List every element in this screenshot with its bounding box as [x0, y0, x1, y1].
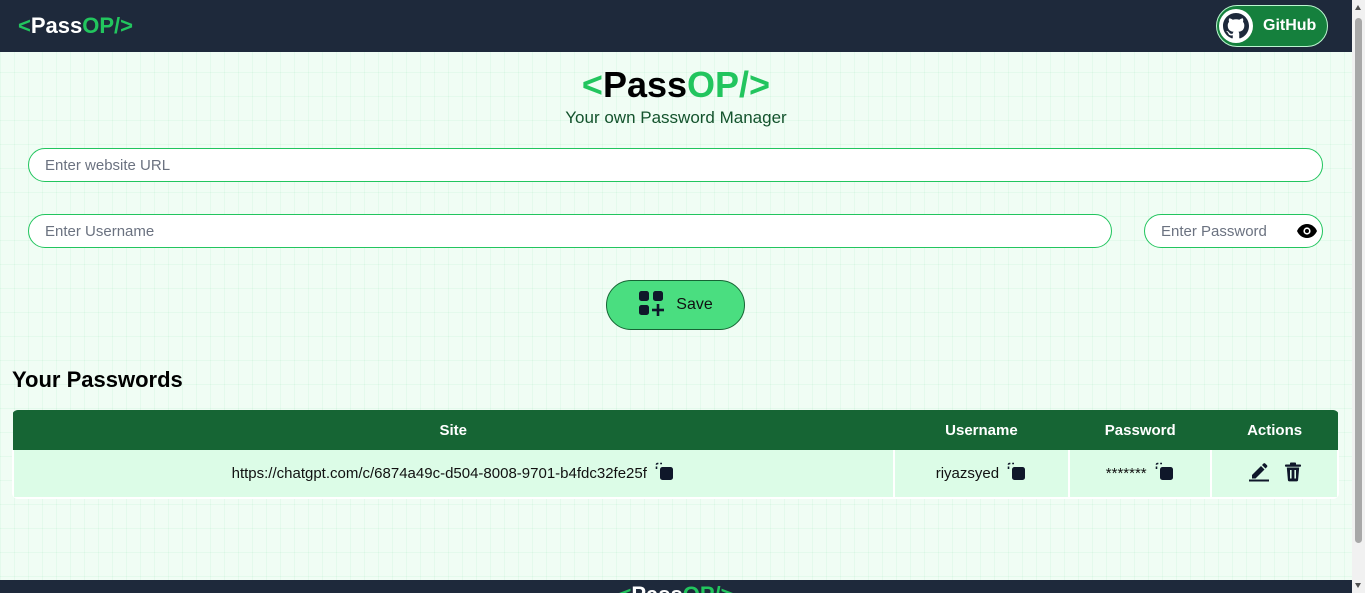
nav-logo-pass: Pass [30, 13, 83, 38]
delete-icon[interactable] [1284, 462, 1302, 486]
edit-icon[interactable] [1248, 462, 1270, 486]
footer-logo-op: OP/> [683, 582, 734, 593]
add-grid-icon [638, 290, 665, 321]
passwords-heading: Your Passwords [12, 367, 183, 392]
scrollbar-thumb[interactable] [1355, 18, 1362, 543]
copy-icon[interactable] [1155, 462, 1175, 486]
column-header-site: Site [13, 410, 894, 450]
copy-icon[interactable] [655, 462, 675, 486]
website-url-input[interactable] [28, 148, 1323, 182]
footer-logo-pass: Pass [631, 582, 682, 593]
column-header-username: Username [893, 410, 1070, 450]
site-link[interactable]: https://chatgpt.com/c/6874a49c-d504-8008… [232, 465, 647, 482]
site-cell: https://chatgpt.com/c/6874a49c-d504-8008… [12, 450, 895, 499]
nav-logo-op: OP/> [82, 13, 133, 38]
hero-logo: <PassOP/> [0, 64, 1352, 106]
actions-cell [1210, 450, 1339, 499]
eye-icon[interactable] [1297, 222, 1317, 240]
password-value: ******* [1105, 465, 1147, 482]
hero-subtitle: Your own Password Manager [565, 108, 787, 127]
column-header-actions: Actions [1211, 410, 1338, 450]
hero-logo-pass: Pass [602, 64, 688, 105]
navbar: <PassOP/> GitHub [0, 0, 1352, 52]
scroll-down-arrow-icon[interactable] [1355, 583, 1361, 588]
vertical-scrollbar[interactable] [1352, 0, 1365, 593]
hero-logo-op: OP/> [687, 64, 771, 105]
github-label: GitHub [1263, 17, 1317, 34]
hero-logo-open: < [581, 64, 603, 105]
username-cell: riyazsyed [892, 450, 1071, 499]
username-input[interactable] [28, 214, 1112, 248]
save-label: Save [676, 296, 713, 313]
nav-logo-open: < [18, 13, 31, 38]
scroll-up-arrow-icon[interactable] [1355, 5, 1361, 10]
passwords-table: Site Username Password Actions https://c… [12, 410, 1339, 499]
copy-icon[interactable] [1007, 462, 1027, 486]
footer-logo-open: < [619, 582, 632, 593]
save-button[interactable]: Save [606, 280, 745, 330]
nav-logo[interactable]: <PassOP/> [18, 13, 133, 39]
github-button[interactable]: GitHub [1216, 5, 1328, 47]
password-cell: ******* [1068, 450, 1213, 499]
table-row: https://chatgpt.com/c/6874a49c-d504-8008… [12, 450, 1339, 499]
footer-logo: <PassOP/> [0, 582, 1352, 593]
footer: <PassOP/> [0, 580, 1352, 593]
github-icon [1219, 9, 1253, 43]
column-header-password: Password [1069, 410, 1212, 450]
username-value: riyazsyed [935, 465, 1000, 482]
